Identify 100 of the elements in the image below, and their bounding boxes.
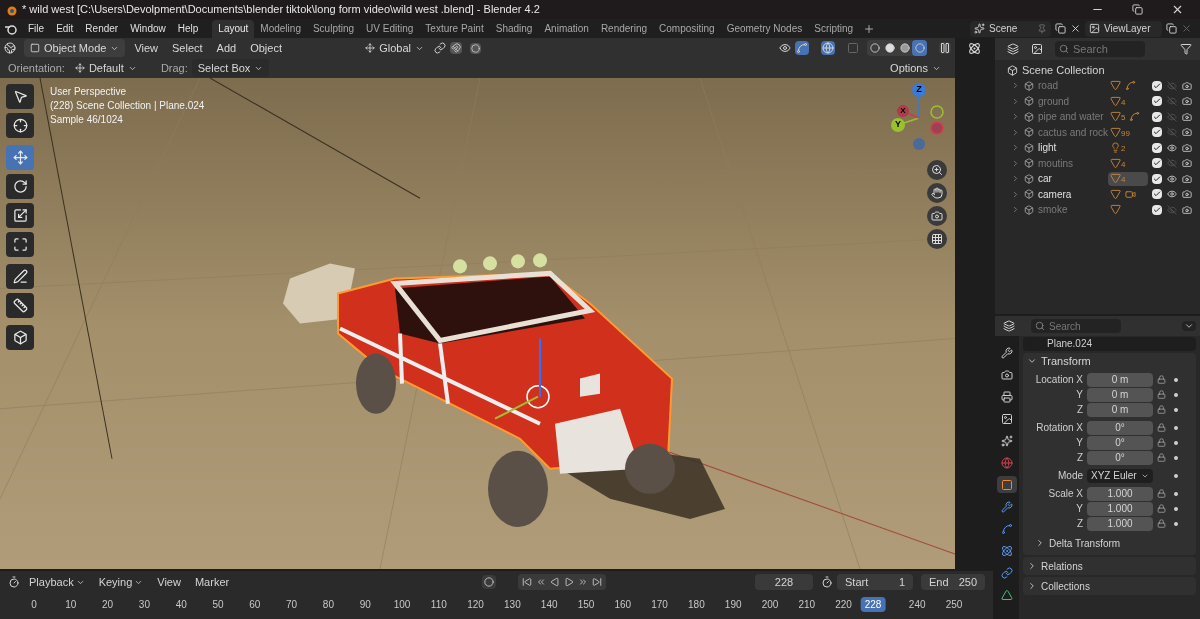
visibility-toggle[interactable] — [1166, 111, 1178, 122]
copy-icon[interactable] — [1055, 23, 1066, 34]
move-tool-button[interactable] — [6, 145, 34, 170]
subpanel-header[interactable]: Delta Transform — [1023, 535, 1196, 551]
number-field[interactable]: 0° — [1087, 450, 1153, 465]
camera-icon[interactable] — [1182, 80, 1192, 91]
add-tool-button[interactable] — [6, 325, 34, 350]
visibility-toggle[interactable] — [1166, 96, 1178, 107]
object-badges[interactable]: 5 — [1108, 109, 1148, 124]
workspace-tab[interactable]: Modeling — [254, 19, 307, 38]
link-icon[interactable] — [434, 42, 446, 54]
number-field[interactable]: 1.000 — [1087, 501, 1153, 516]
pause-icon[interactable] — [939, 42, 951, 54]
search-field[interactable]: Search — [1031, 319, 1121, 333]
number-field[interactable]: 0 m — [1087, 387, 1153, 402]
menu-item[interactable]: Marker — [189, 573, 235, 591]
copy-icon[interactable] — [1166, 23, 1177, 34]
shading-mode-button[interactable] — [867, 40, 882, 56]
visibility-toggle[interactable] — [1166, 204, 1178, 215]
visibility-toggle[interactable] — [1166, 127, 1178, 138]
panel-header[interactable]: Collections — [1023, 577, 1196, 595]
workspace-tab[interactable]: Compositing — [653, 19, 721, 38]
collection-name[interactable]: camera — [1038, 186, 1104, 202]
menu-item[interactable]: File — [22, 21, 51, 36]
menu-item[interactable]: Add — [211, 39, 242, 57]
workspace-tab[interactable]: Geometry Nodes — [720, 19, 809, 38]
transform-tool-button[interactable] — [6, 232, 34, 257]
transform-orientation-dropdown[interactable]: Global — [359, 39, 430, 57]
lock-icon[interactable] — [1157, 423, 1166, 432]
checkbox[interactable] — [1152, 142, 1162, 153]
lock-icon[interactable] — [1157, 390, 1166, 399]
globe-icon[interactable] — [4, 42, 16, 54]
view-layer-selector[interactable]: ViewLayer — [1085, 20, 1162, 37]
number-field[interactable]: 0 m — [1087, 372, 1153, 387]
options-dropdown[interactable]: Options — [884, 59, 947, 77]
collection-name[interactable]: light — [1038, 140, 1104, 156]
camera-icon[interactable] — [1182, 142, 1192, 153]
checkbox[interactable] — [1152, 96, 1162, 107]
workspace-tab[interactable]: Rendering — [594, 19, 654, 38]
lock-icon[interactable] — [1157, 453, 1166, 462]
number-field[interactable]: 0° — [1087, 435, 1153, 450]
panel-header[interactable]: Transform — [1023, 353, 1196, 369]
rotate-tool-button[interactable] — [6, 174, 34, 199]
workspace-tab[interactable]: Layout — [212, 19, 255, 38]
menu-item[interactable]: Help — [171, 21, 205, 36]
menu-item[interactable]: Render — [79, 21, 125, 36]
caret-icon[interactable] — [1182, 321, 1196, 331]
collection-name[interactable]: road — [1038, 78, 1104, 94]
stopwatch-icon[interactable] — [821, 576, 833, 588]
object-badges[interactable]: 4 — [1108, 94, 1148, 109]
annotate-tool-button[interactable] — [6, 264, 34, 289]
cursor-tool-button[interactable] — [6, 113, 34, 138]
camera-icon[interactable] — [1182, 189, 1192, 200]
play-reverse-icon[interactable] — [550, 577, 561, 587]
restore-icon[interactable] — [1132, 4, 1143, 15]
axis-gizmo[interactable]: Z X Y — [887, 82, 951, 154]
collection-name[interactable]: pipe and water — [1038, 109, 1104, 125]
end-frame-field[interactable]: End 250 — [921, 574, 985, 590]
menu-item[interactable]: View — [152, 573, 186, 591]
menu-item[interactable]: Select — [167, 39, 208, 57]
camera-icon[interactable] — [1182, 111, 1192, 122]
camera-button[interactable] — [927, 206, 947, 226]
workspace-tab[interactable]: UV Editing — [360, 19, 420, 38]
grid-button[interactable] — [927, 229, 947, 249]
checkbox[interactable] — [1152, 173, 1162, 184]
shading-mode-button[interactable] — [882, 40, 897, 56]
lock-icon[interactable] — [1157, 438, 1166, 447]
drag-dropdown[interactable]: Select Box — [191, 59, 270, 77]
workspace-tab[interactable]: Texture Paint — [419, 19, 490, 38]
menu-item[interactable]: Edit — [50, 21, 80, 36]
magnet-icon[interactable] — [450, 42, 462, 54]
search-field[interactable]: Search — [1055, 41, 1145, 57]
workspace-tab[interactable]: Sculpting — [306, 19, 361, 38]
jump-end-icon[interactable] — [592, 577, 603, 587]
close-icon[interactable] — [1171, 3, 1184, 16]
checkbox[interactable] — [1152, 80, 1162, 91]
visibility-toggle[interactable] — [1166, 142, 1178, 153]
start-frame-field[interactable]: Start 1 — [837, 574, 913, 590]
checkbox[interactable] — [1152, 158, 1162, 169]
visibility-toggle[interactable] — [1166, 158, 1178, 169]
camera-icon[interactable] — [1182, 127, 1192, 138]
number-field[interactable]: 1.000 — [1087, 516, 1153, 531]
measure-tool-button[interactable] — [6, 293, 34, 318]
outliner-root[interactable]: Scene Collection — [1022, 61, 1105, 79]
filter-icon[interactable] — [1180, 43, 1192, 55]
collection-name[interactable]: moutins — [1038, 155, 1104, 171]
checkbox[interactable] — [1152, 189, 1162, 200]
add-icon[interactable] — [863, 22, 876, 35]
orientation-dropdown[interactable]: Default — [68, 59, 145, 77]
menu-item[interactable]: Window — [124, 21, 172, 36]
object-badges[interactable]: 4 — [1108, 156, 1148, 171]
camera-icon[interactable] — [1182, 158, 1192, 169]
zoom-button[interactable] — [927, 160, 947, 180]
lock-icon[interactable] — [1157, 504, 1166, 513]
menu-item[interactable]: View — [129, 39, 164, 57]
checkbox[interactable] — [1152, 127, 1162, 138]
shading-mode-button[interactable] — [912, 40, 927, 56]
checkbox[interactable] — [1152, 204, 1162, 215]
layers-icon[interactable] — [1007, 43, 1019, 55]
close-icon[interactable] — [1070, 23, 1081, 34]
